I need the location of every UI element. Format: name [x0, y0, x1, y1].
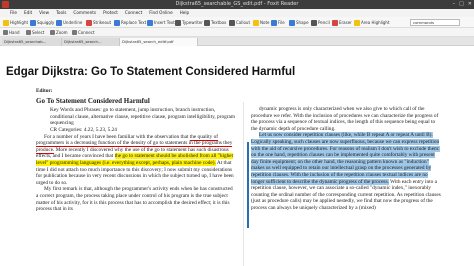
cursor-icon — [26, 30, 31, 35]
menu-help[interactable]: Help — [180, 9, 190, 17]
squiggly-button[interactable]: Squiggly — [30, 18, 54, 27]
connect-icon — [72, 30, 77, 35]
tab-document-active[interactable]: Dijkstra65_search_editf.pdf — [120, 38, 198, 46]
highlight-button[interactable]: Highlight — [3, 18, 28, 27]
minimize-button[interactable]: – — [453, 1, 456, 8]
keywords: Key Words and Phrases: go to statement, … — [50, 107, 235, 127]
menu-comments[interactable]: Comments — [73, 9, 96, 17]
comment-toolbar: Highlight Squiggly Underline Strikeout R… — [0, 17, 474, 28]
typewriter-icon — [175, 19, 181, 26]
menu-bar: File Edit View Tools Comments Protect Co… — [0, 9, 474, 17]
replace-text-icon — [114, 19, 120, 26]
search-input[interactable]: commands — [410, 19, 460, 26]
navigation-toolbar: Hand Select Zoom Connect — [0, 28, 474, 37]
pencil-button[interactable]: Pencil — [311, 18, 330, 27]
zoom-icon — [50, 30, 55, 35]
article-title: Go To Statement Considered Harmful — [36, 96, 150, 105]
file-button[interactable]: File — [271, 18, 285, 27]
paragraph-1: For a number of years I have been famili… — [36, 133, 234, 186]
callout-button[interactable]: Callout — [229, 18, 250, 27]
close-button[interactable]: ✕ — [468, 1, 472, 8]
menu-edit[interactable]: Edit — [24, 9, 32, 17]
pencil-icon — [311, 19, 317, 26]
eraser-button[interactable]: Eraser — [332, 18, 352, 27]
note-button[interactable]: Note — [253, 18, 269, 27]
insert-text-icon — [147, 19, 153, 26]
hand-icon — [3, 30, 8, 35]
column-divider — [243, 102, 244, 266]
underline-button[interactable]: Underline — [56, 18, 82, 27]
document-tab-bar: Dijkstra65_searchab... Dijkstra65_search… — [0, 37, 474, 46]
strikeout-icon — [86, 19, 92, 26]
select-tool-button[interactable]: Select — [26, 29, 44, 36]
eraser-icon — [332, 19, 338, 26]
typewriter-button[interactable]: Typewriter — [175, 18, 203, 27]
hand-tool-button[interactable]: Hand — [3, 29, 20, 36]
left-column: Editor: Go To Statement Considered Harmf… — [36, 88, 236, 213]
right-paragraph-2: Let us now consider repetition clauses (… — [251, 132, 441, 211]
menu-find-online[interactable]: Find Online — [149, 9, 172, 17]
page-title: Edgar Dijkstra: Go To Statement Consider… — [6, 66, 296, 78]
menu-protect[interactable]: Protect — [103, 9, 118, 17]
insert-text-button[interactable]: Insert Text — [147, 18, 175, 27]
paragraph-2: My first remark is that, although the pr… — [36, 186, 233, 213]
foxit-reader-window: Dijkstra65_searchable_GS_edit.pdf - Foxi… — [0, 0, 474, 266]
blue-highlighted-text: Let us now consider repetition clauses (… — [251, 132, 440, 185]
textbox-icon — [204, 19, 210, 26]
tab-document-2[interactable]: Dijkstra65_search... — [62, 38, 120, 46]
menu-connect[interactable]: Connect — [125, 9, 142, 17]
tab-document-1[interactable]: Dijkstra65_searchab... — [2, 38, 62, 46]
title-bar: Dijkstra65_searchable_GS_edit.pdf - Foxi… — [0, 0, 474, 9]
shape-icon — [289, 19, 295, 26]
textbox-button[interactable]: Textbox — [204, 18, 226, 27]
replace-text-button[interactable]: Replace Text — [114, 18, 146, 27]
right-paragraph-1: dynamic progress is only characterized w… — [251, 106, 439, 132]
area-highlight-button[interactable]: Area Highlight — [354, 18, 390, 27]
connect-button[interactable]: Connect — [72, 29, 95, 36]
cr-categories: CR Categories: 4.22, 5.23, 5.24 — [50, 126, 117, 133]
underline-icon — [56, 19, 62, 26]
document-viewport[interactable]: Edgar Dijkstra: Go To Statement Consider… — [0, 46, 474, 266]
right-column: dynamic progress is only characterized w… — [251, 106, 441, 212]
annotation-bracket — [247, 142, 249, 228]
squiggly-icon — [30, 19, 36, 26]
strikeout-button[interactable]: Strikeout — [86, 18, 111, 27]
highlight-icon — [3, 19, 9, 26]
file-icon — [271, 19, 277, 26]
zoom-tool-button[interactable]: Zoom — [50, 29, 68, 36]
menu-view[interactable]: View — [39, 9, 49, 17]
shape-button[interactable]: Shape — [289, 18, 309, 27]
maximize-button[interactable]: □ — [459, 1, 464, 8]
menu-file[interactable]: File — [10, 9, 17, 17]
note-icon — [253, 19, 259, 26]
editor-label: Editor: — [36, 88, 53, 94]
menu-tools[interactable]: Tools — [56, 9, 66, 17]
window-title: Dijkstra65_searchable_GS_edit.pdf - Foxi… — [175, 1, 299, 7]
callout-icon — [229, 19, 235, 26]
area-highlight-icon — [354, 19, 360, 26]
